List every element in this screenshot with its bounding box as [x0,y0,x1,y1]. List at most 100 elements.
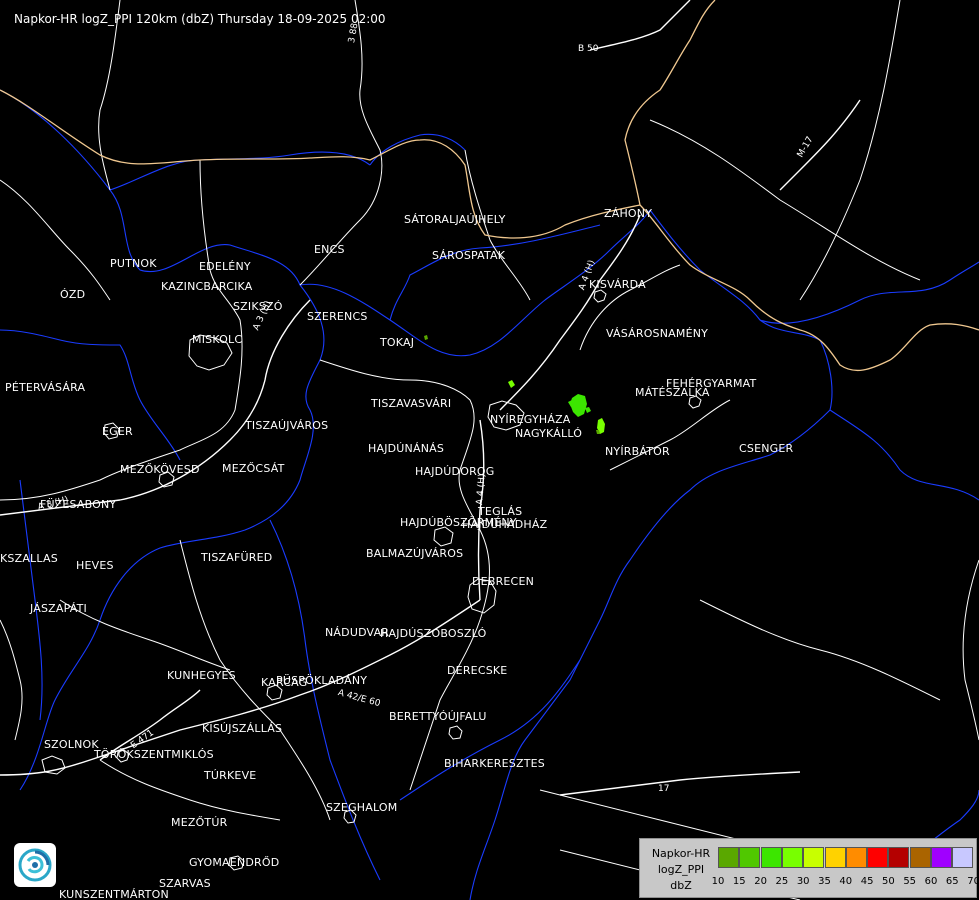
legend-tick-label: 30 [796,876,810,887]
legend-title-line-3: dbZ [670,879,692,892]
legend-swatch [931,847,952,868]
legend-tick-label: 35 [818,876,831,887]
city-label: KUNSZENTMÁRTON [59,888,169,900]
county-line-6 [609,399,731,471]
legend-swatch [867,847,889,868]
legend-swatch [845,847,867,868]
city-label: VÁSÁROSNAMÉNY [606,327,709,340]
legend-tick-label: 70 [967,876,979,887]
radar-viewer: Napkor-HR logZ_PPI 120km (dbZ) Thursday … [0,0,979,900]
city-label: SZERENCS [307,310,368,323]
legend-tick-label: 25 [775,876,789,887]
legend-swatch [718,847,739,868]
legend-swatch [909,847,931,868]
city-label: JÁSZAPÁTI [30,602,87,615]
river-sajo [109,151,371,191]
national-border-east [639,204,979,372]
city-label: EGER [102,425,133,438]
radar-echo [585,407,591,413]
legend-tick-label: 50 [882,876,895,887]
city-label: MEZŐCSÁT [222,462,285,475]
road-b50 [589,0,691,51]
city-label: ENCS [314,243,345,256]
legend-swatch [760,847,782,868]
legend-title-line-1: Napkor-HR [651,847,711,860]
legend-swatch [781,847,803,868]
city-label: CSENGER [739,442,794,455]
dbz-legend: Napkor-HR logZ_PPI dbZ 10 15 20 25 30 35 40 45 5… [639,838,979,898]
city-label: TISZAÚJVÁROS [245,419,329,432]
legend-tick-label: 55 [903,876,917,887]
road-a4-upper [499,214,641,411]
river-szamos [759,261,979,324]
city-label: HAJDÚNÁNÁS [368,442,445,455]
city-label: DERECSKE [447,664,508,677]
river-zagyva [19,479,43,721]
radar-logo-icon [14,843,56,887]
city-label: BALMAZÚJVÁROS [366,547,464,560]
city-label: KISVÁRDA [589,278,646,291]
county-line-15 [0,179,111,301]
river-west [0,329,181,461]
legend-tick-label: 45 [860,876,874,887]
city-label: NAGYKÁLLÓ [515,427,583,440]
legend-tick-label: 10 [711,876,725,887]
city-label: KISÚJSZÁLLÁS [202,722,283,735]
city-label: TÚRKEVE [204,769,257,782]
radar-echo [570,394,587,417]
radar-echo [508,380,515,388]
river-keleti [399,659,581,801]
legend-tick-label: 60 [924,876,938,887]
city-label: HEVES [76,559,114,572]
river-bodrog [389,224,601,321]
legend-tick-label: 15 [732,876,746,887]
radar-title: Napkor-HR logZ_PPI 120km (dbZ) Thursday … [14,12,386,26]
city-label: DEBRECEN [472,575,535,588]
outline-hajduboszormeny [433,526,454,547]
city-label: ÓZD [60,288,86,301]
road-label: B 50 [578,44,599,54]
county-line-18 [962,559,979,741]
border-layer [0,0,979,372]
city-label: PÉTERVÁSÁRA [5,381,86,394]
legend-swatch [888,847,910,868]
legend-title-line-2: logZ_PPI [657,863,705,876]
river-layer [0,89,979,900]
town-outlines-layer [41,289,702,871]
county-line-16 [699,599,941,701]
city-label: KUNHEGYES [167,669,236,682]
county-line-13 [0,619,23,741]
legend-swatch [824,847,846,868]
city-label: TOKAJ [380,336,415,349]
city-label: TISZAVASVÁRI [371,397,452,410]
city-label: ZÁHONY [604,207,653,220]
city-label: TÖRÖKSZENTMIKLÓS [94,748,214,761]
legend-tick-label: 65 [945,876,959,887]
city-label: BERETTYÓÚJFALU [389,710,487,723]
river-border-east [469,209,833,900]
legend-tick-label: 40 [839,876,853,887]
city-label: NYÍRBÁTOR [605,445,670,458]
legend-swatch [739,847,761,868]
outline-berettyoujfalu [448,725,463,740]
city-label: SZOLNOK [44,738,99,751]
city-label: SZEGHALOM [326,801,398,814]
city-label: KSZALLAS [0,552,58,565]
city-label: MÁTÉSZALKA [635,386,710,399]
national-border-ukraine [624,0,716,206]
legend-swatch [803,847,825,868]
city-label: HAJDÚHADHÁZ [462,518,548,531]
city-label: TISZAFÜRED [201,551,273,564]
outline-kisvarda [593,289,607,303]
river-kraszna [829,409,979,501]
city-label: EDELÉNY [199,260,251,273]
road-m17 [779,99,861,191]
road-m3-a [0,299,311,516]
city-label: HAJDÚSZOBOSZLÓ [380,627,487,640]
city-label: MEZŐKÖVESD [120,463,200,476]
city-label: PUTNOK [110,257,157,270]
city-label: MEZŐTÚR [171,816,228,829]
county-line-11 [799,0,901,301]
city-label: GYOMAENDRŐD [189,856,280,869]
national-border-north [0,89,641,239]
